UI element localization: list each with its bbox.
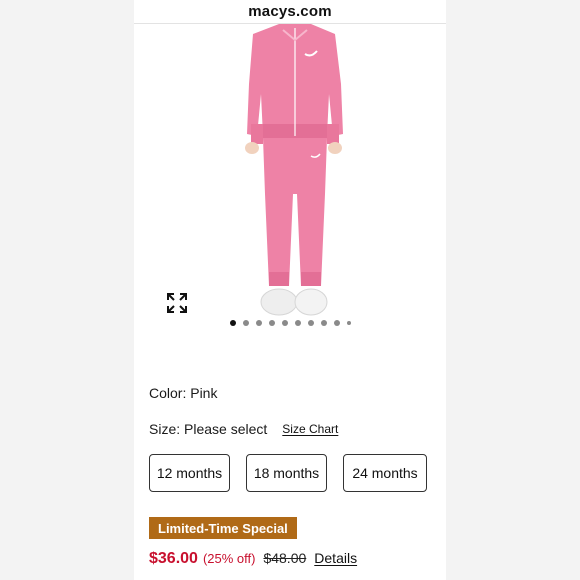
size-row: Size: Please select Size Chart — [149, 421, 338, 437]
size-chart-link[interactable]: Size Chart — [282, 422, 338, 436]
size-option-18-months[interactable]: 18 months — [246, 454, 327, 492]
size-options: 12 months 18 months 24 months — [149, 454, 427, 492]
promo-badge: Limited-Time Special — [149, 517, 297, 539]
price-row: $36.00 (25% off) $48.00 Details — [149, 550, 357, 568]
product-image-area[interactable] — [134, 24, 446, 320]
carousel-dot[interactable] — [320, 320, 327, 326]
size-label: Size: Please select — [149, 421, 268, 437]
sale-price: $36.00 — [149, 550, 198, 567]
original-price: $48.00 — [263, 550, 307, 566]
expand-icon[interactable] — [166, 292, 188, 314]
carousel-dot[interactable] — [268, 320, 275, 326]
carousel-dot[interactable] — [346, 321, 351, 325]
carousel-dot[interactable] — [307, 320, 314, 326]
product-image — [245, 24, 343, 316]
carousel-dot[interactable] — [229, 320, 236, 326]
right-background — [446, 0, 580, 580]
carousel-dot[interactable] — [333, 320, 340, 326]
discount-percent: (25% off) — [202, 551, 256, 566]
size-option-12-months[interactable]: 12 months — [149, 454, 230, 492]
product-panel: macys.com Color: Pink Size: Please selec… — [134, 0, 446, 580]
color-label: Color: Pink — [149, 385, 218, 401]
carousel-dot[interactable] — [255, 320, 262, 326]
site-domain: macys.com — [248, 3, 332, 20]
details-link[interactable]: Details — [314, 550, 357, 566]
carousel-dots — [134, 320, 446, 326]
carousel-dot[interactable] — [294, 320, 301, 326]
left-background — [0, 0, 134, 580]
carousel-dot[interactable] — [281, 320, 288, 326]
top-bar: macys.com — [134, 0, 446, 24]
size-option-24-months[interactable]: 24 months — [343, 454, 427, 492]
carousel-dot[interactable] — [242, 320, 249, 326]
